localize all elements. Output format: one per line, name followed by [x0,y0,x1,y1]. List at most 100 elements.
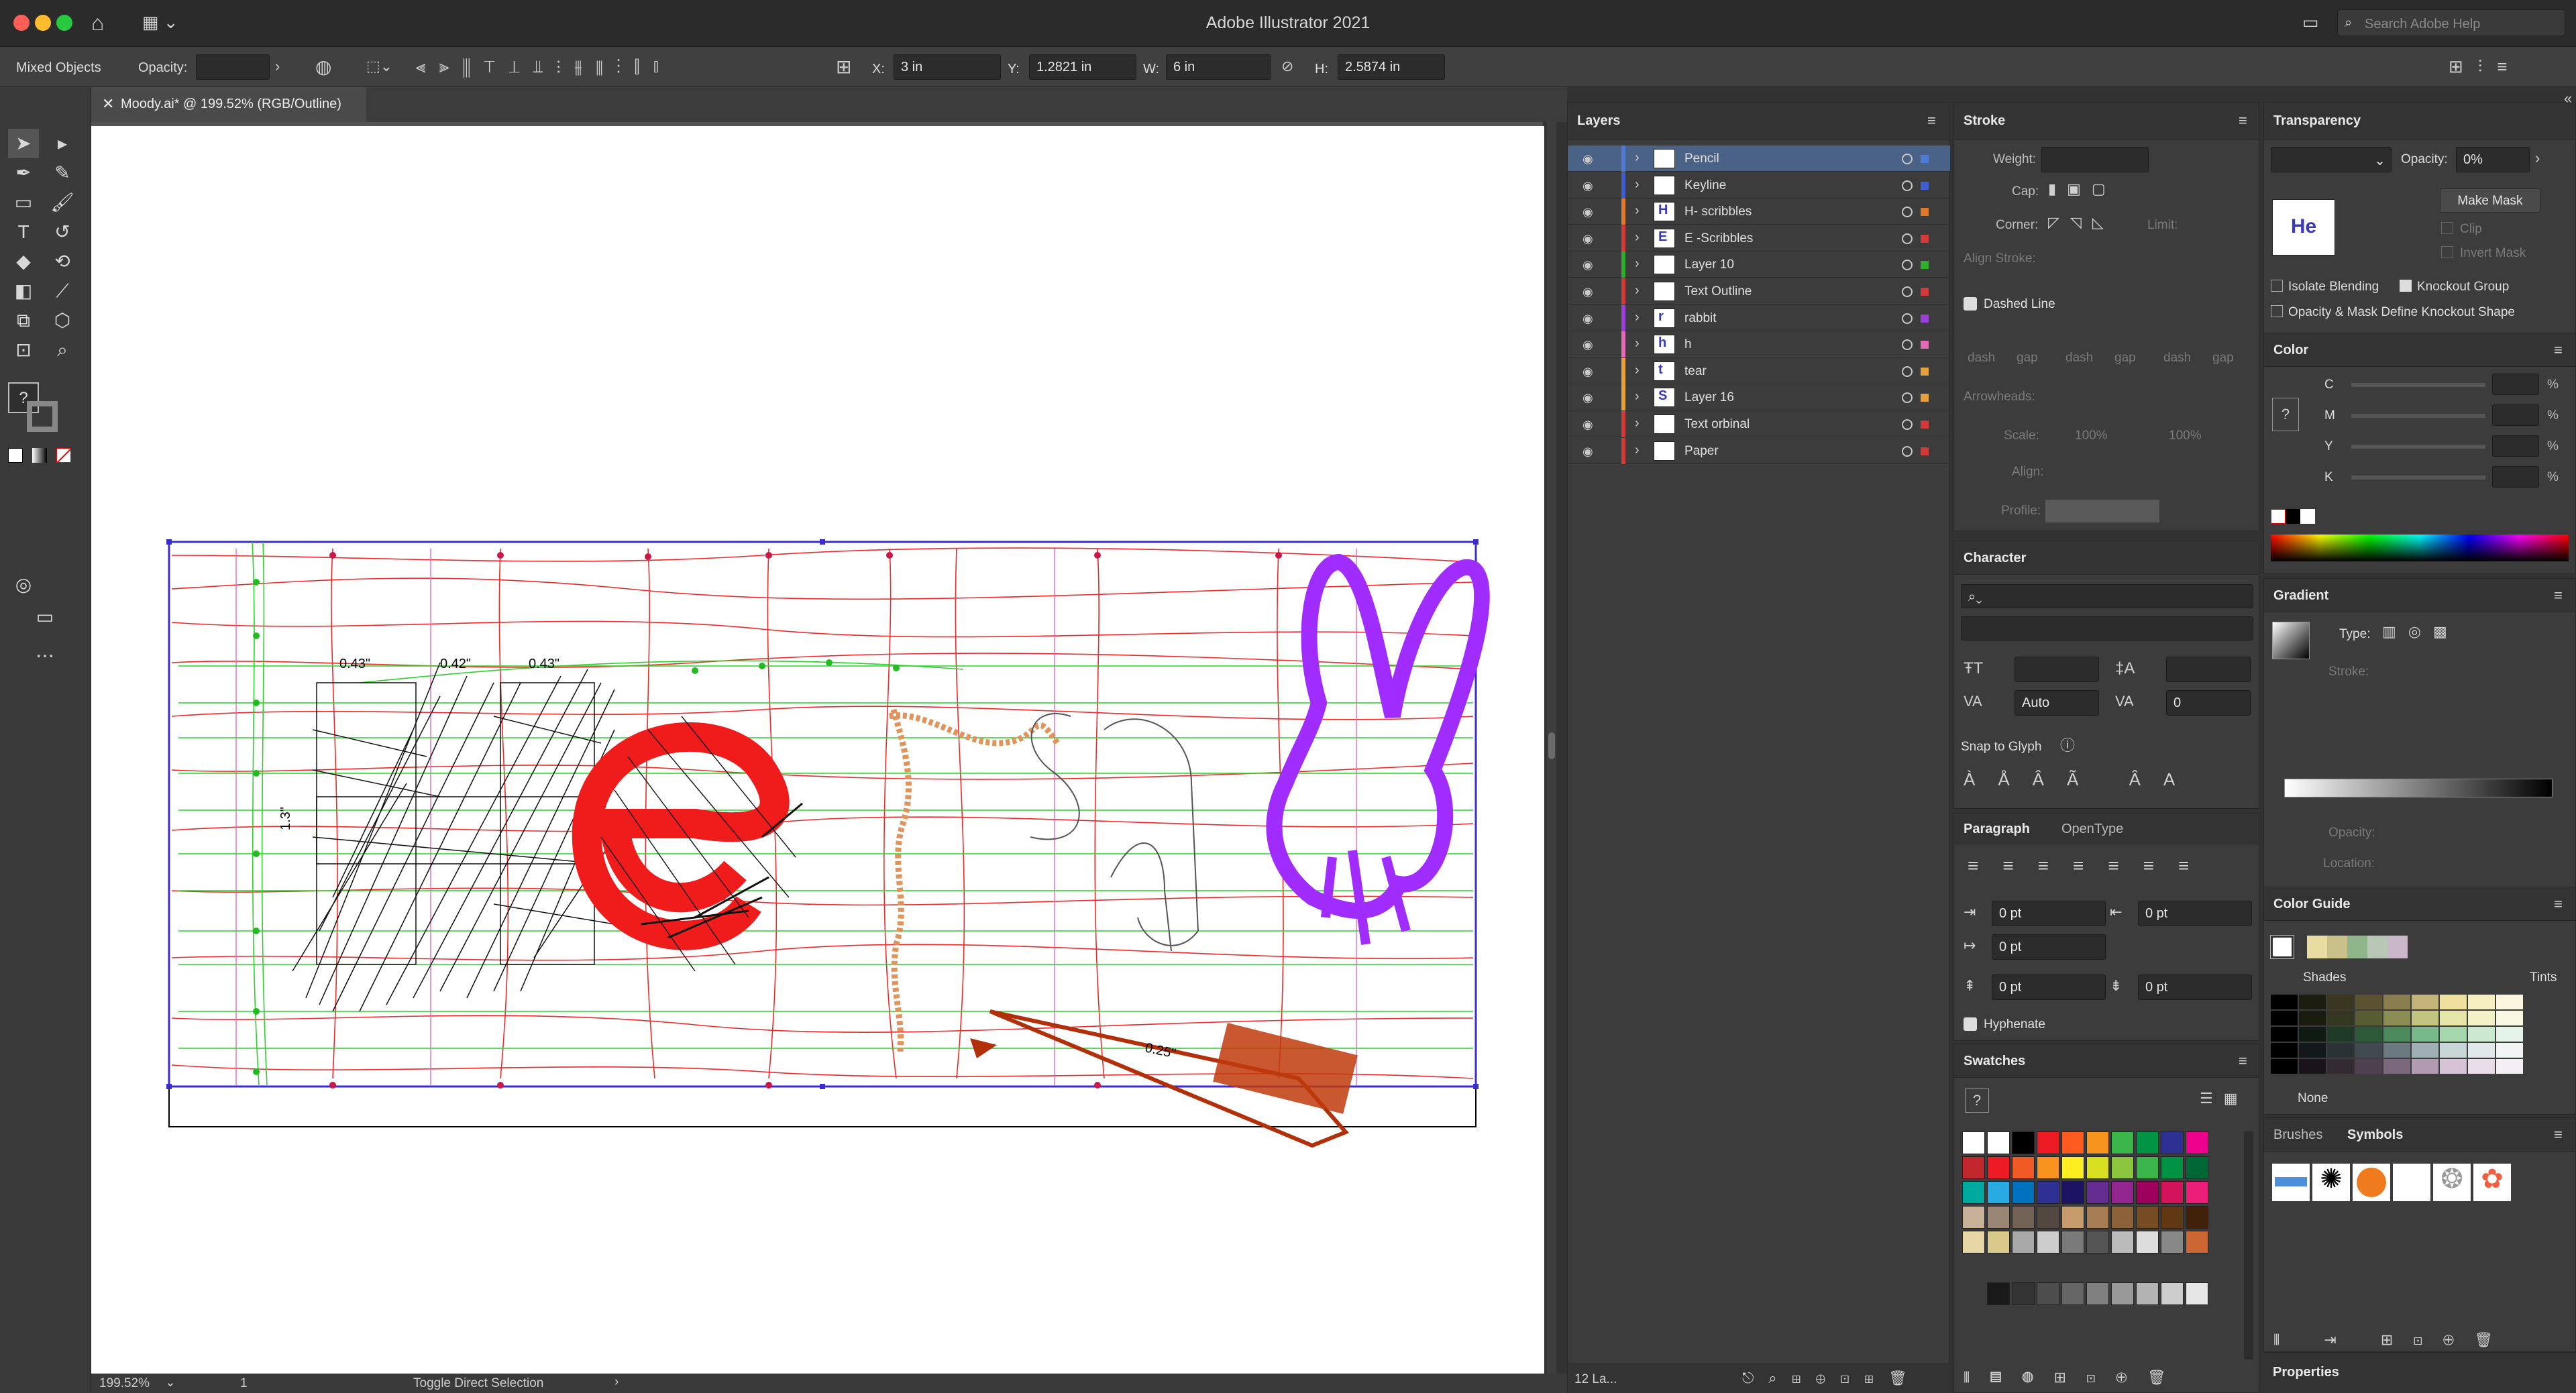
symbol-splat-icon[interactable]: ✺ [2312,1164,2350,1201]
symbols-menu-icon[interactable]: ≡ [2554,1127,2563,1142]
target-circle-icon[interactable] [1902,392,1913,404]
selection-indicator[interactable] [1921,394,1929,402]
swatch[interactable] [2161,1181,2184,1204]
isolate-blending-checkbox[interactable] [2271,280,2283,292]
first-line-indent-field[interactable]: 0 pt [1992,934,2106,960]
gradient-type-buttons-icon[interactable]: ▥◎▩ [2382,624,2459,639]
target-circle-icon[interactable] [1902,366,1913,377]
symbols-tab[interactable]: Symbols [2347,1127,2403,1143]
eyedropper-tool-icon[interactable]: ⟋ [47,276,78,306]
symbol-orange-button-icon[interactable] [2353,1164,2390,1201]
rotate-tool-icon[interactable]: ↺ [47,217,78,247]
shade-tint-swatch[interactable] [2440,1043,2467,1058]
color-none-icon[interactable] [2271,509,2286,524]
shade-tint-swatch[interactable] [2412,1059,2438,1074]
arrange-documents-icon[interactable]: ▭ [2302,13,2319,31]
gray-swatch[interactable] [2161,1282,2184,1305]
visibility-eye-icon[interactable]: ◉ [1582,391,1593,405]
swatch[interactable] [1987,1231,2010,1253]
layer-name[interactable]: Paper [1684,444,1719,459]
shade-tint-swatch[interactable] [2271,1043,2298,1058]
target-circle-icon[interactable] [1902,180,1913,191]
harmony-color[interactable] [2367,936,2387,958]
harmony-color[interactable] [2307,936,2327,958]
invert-mask-checkbox[interactable] [2441,246,2453,258]
expand-chevron-icon[interactable]: › [1635,336,1640,351]
profile-dropdown[interactable] [2045,500,2159,522]
artboard-number[interactable]: 1 [240,1376,248,1391]
swatch[interactable] [2136,1181,2159,1204]
info-icon[interactable]: ⓘ [2060,738,2075,753]
color-channel-slider[interactable] [2351,476,2485,480]
x-field[interactable]: 3 in [894,54,1001,80]
shade-tint-swatch[interactable] [2440,1027,2467,1042]
swatch[interactable] [2186,1181,2208,1204]
right-indent-field[interactable]: 0 pt [2138,901,2252,926]
layer-row[interactable]: ◉ › h h [1568,331,1950,358]
layer-row[interactable]: ◉ › Text Outline [1568,278,1950,304]
brushes-tab[interactable]: Brushes [2273,1127,2322,1143]
swatch[interactable] [2161,1131,2184,1154]
shade-tint-swatch[interactable] [2496,1059,2523,1074]
paragraph-tab[interactable]: Paragraph [1964,822,2030,837]
visibility-eye-icon[interactable]: ◉ [1582,445,1593,459]
color-channel-field[interactable] [2492,435,2539,457]
font-size-field[interactable] [2015,657,2099,682]
swatches-panel-title[interactable]: Swatches [1964,1054,2025,1069]
selection-indicator[interactable] [1921,208,1929,217]
layer-row[interactable]: ◉ › Layer 10 [1568,252,1950,278]
swatches-scrollbar[interactable] [2244,1131,2253,1359]
swatch[interactable] [2012,1156,2035,1179]
h-field[interactable]: 2.5874 in [1338,54,1445,80]
font-family-field[interactable]: ⌕⌄ [1961,584,2253,608]
swatch[interactable] [1962,1181,1985,1204]
stroke-panel-menu-icon[interactable]: ≡ [2239,113,2247,128]
shade-tint-swatch[interactable] [2468,1059,2495,1074]
shade-tint-swatch[interactable] [2299,1011,2326,1025]
shape-builder-tool-icon[interactable]: ⬡ [47,306,78,335]
expand-chevron-icon[interactable]: › [1635,150,1640,166]
swatch[interactable] [2012,1206,2035,1229]
layer-row[interactable]: ◉ › t tear [1568,357,1950,384]
swatch[interactable] [2161,1231,2184,1253]
opacity-chevron-icon[interactable]: › [275,59,280,74]
target-circle-icon[interactable] [1902,445,1913,457]
swatch[interactable] [2037,1131,2059,1154]
expand-chevron-icon[interactable]: › [1635,283,1640,298]
symbol-blue-banner-icon[interactable] [2272,1164,2310,1201]
properties-panel-tab[interactable]: Properties [2263,1352,2576,1393]
swatch[interactable] [2012,1181,2035,1204]
shade-tint-swatch[interactable] [2383,1043,2410,1058]
mask-thumbnail[interactable]: He [2272,199,2335,256]
expand-chevron-icon[interactable]: › [1635,443,1640,458]
transparency-opacity-field[interactable]: 0% [2456,147,2530,172]
shade-tint-swatch[interactable] [2412,995,2438,1009]
direct-selection-tool-icon[interactable]: ▸ [47,129,78,158]
shade-tint-swatch[interactable] [2496,1043,2523,1058]
layers-panel-menu-icon[interactable]: ≡ [1927,113,1936,128]
color-mode-icon[interactable] [8,448,23,463]
target-circle-icon[interactable] [1902,260,1913,271]
properties-title[interactable]: Properties [2273,1365,2339,1380]
swatches-panel-menu-icon[interactable]: ≡ [2239,1054,2247,1068]
gray-swatch[interactable] [2037,1282,2059,1305]
swatch[interactable] [2186,1156,2208,1179]
opacity-slider-icon[interactable]: › [2535,151,2540,166]
opentype-tab[interactable]: OpenType [2061,822,2123,837]
symbol-flower-icon[interactable]: ✿ [2473,1164,2511,1201]
color-guide-menu-icon[interactable]: ≡ [2554,897,2563,911]
layer-name[interactable]: E -Scribbles [1684,231,1753,246]
layer-name[interactable]: H- scribbles [1684,205,1752,219]
selection-indicator[interactable] [1921,367,1929,376]
dashed-line-checkbox[interactable] [1964,297,1977,311]
layer-row[interactable]: ◉ › E E -Scribbles [1568,225,1950,252]
scale-value-2[interactable]: 100% [2169,429,2202,443]
swatch[interactable] [2186,1131,2208,1154]
swatch[interactable] [2111,1181,2134,1204]
layer-row[interactable]: ◉ › H H- scribbles [1568,199,1950,225]
swatch[interactable] [1987,1131,2010,1154]
swatch[interactable] [2161,1206,2184,1229]
shade-tint-swatch[interactable] [2496,995,2523,1009]
target-circle-icon[interactable] [1902,339,1913,351]
shade-tint-swatch[interactable] [2271,995,2298,1009]
